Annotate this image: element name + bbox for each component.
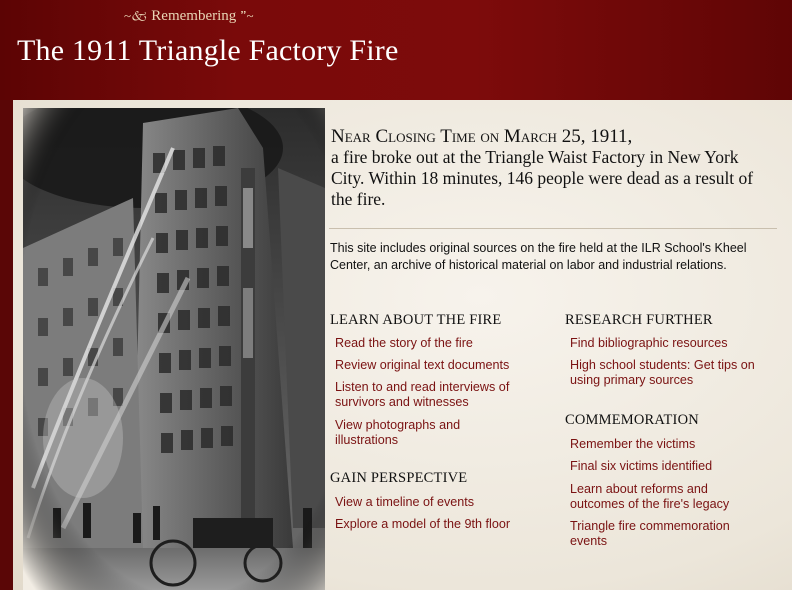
section-research-heading: RESEARCH FURTHER <box>565 312 713 328</box>
link-interviews[interactable]: Listen to and read interviews of survivo… <box>330 380 535 410</box>
link-remember-victims[interactable]: Remember the victims <box>565 437 780 452</box>
content-panel: Near Closing Time on March 25, 1911, a f… <box>13 100 792 590</box>
link-photographs[interactable]: View photographs and illustrations <box>330 418 495 448</box>
link-final-six[interactable]: Final six victims identified <box>565 459 780 474</box>
flourish-right-icon: 🙷~ <box>240 8 254 23</box>
page-title[interactable]: The 1911 Triangle Factory Fire <box>17 34 399 68</box>
intro-body: a fire broke out at the Triangle Waist F… <box>331 147 754 209</box>
site-header: ~🙵 Remembering 🙷~ The 1911 Triangle Fact… <box>0 0 792 100</box>
link-bibliographic[interactable]: Find bibliographic resources <box>565 336 780 351</box>
link-reforms[interactable]: Learn about reforms and outcomes of the … <box>565 482 760 512</box>
fire-photograph <box>23 108 325 590</box>
link-read-story[interactable]: Read the story of the fire <box>330 336 545 351</box>
header-kicker: ~🙵 Remembering 🙷~ <box>124 7 254 29</box>
section-learn-heading: LEARN ABOUT THE FIRE <box>330 312 502 328</box>
section-research: RESEARCH FURTHER Find bibliographic reso… <box>565 312 780 388</box>
about-text: This site includes original sources on t… <box>330 241 747 272</box>
section-perspective-heading: GAIN PERSPECTIVE <box>330 470 468 486</box>
intro-text: Near Closing Time on March 25, 1911, a f… <box>331 126 771 210</box>
intro-lead: Near Closing Time on March 25, 1911, <box>331 126 633 147</box>
link-high-school-tips[interactable]: High school students: Get tips on using … <box>565 358 780 388</box>
section-learn: LEARN ABOUT THE FIRE Read the story of t… <box>330 312 545 448</box>
link-model-9th-floor[interactable]: Explore a model of the 9th floor <box>330 517 545 532</box>
section-perspective: GAIN PERSPECTIVE View a timeline of even… <box>330 470 545 532</box>
kicker-text: Remembering <box>151 8 237 24</box>
flourish-left-icon: ~🙵 <box>124 8 148 23</box>
link-timeline[interactable]: View a timeline of events <box>330 495 545 510</box>
section-commemoration-heading: COMMEMORATION <box>565 412 699 428</box>
divider <box>329 228 777 229</box>
link-review-documents[interactable]: Review original text documents <box>330 358 545 373</box>
section-commemoration: COMMEMORATION Remember the victims Final… <box>565 412 780 549</box>
link-commemoration-events[interactable]: Triangle fire commemoration events <box>565 519 760 549</box>
